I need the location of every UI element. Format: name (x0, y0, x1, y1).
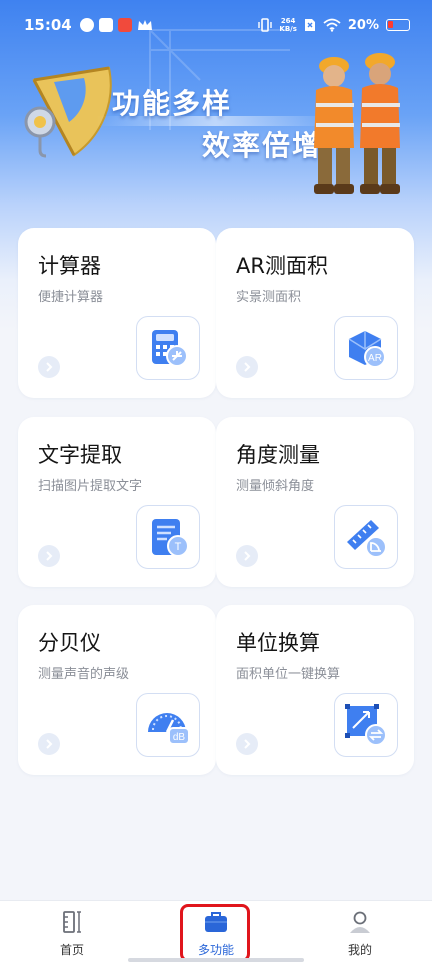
calculator-icon (136, 316, 200, 380)
decibel-meter-icon: dB (136, 693, 200, 757)
nav-profile[interactable]: 我的 (320, 907, 400, 961)
protractor-tool-illustration-icon (24, 66, 112, 158)
card-title: 分贝仪 (38, 631, 101, 655)
card-subtitle: 扫描图片提取文字 (38, 479, 143, 494)
home-indicator (128, 958, 304, 962)
card-decibel-meter[interactable]: 分贝仪 测量声音的声级 dB (18, 605, 216, 775)
nav-home-label: 首页 (59, 943, 84, 957)
card-subtitle: 面积单位一键换算 (236, 667, 341, 682)
ruler-angle-icon (334, 505, 398, 569)
vibrate-icon (258, 18, 273, 32)
chevron-right-icon[interactable] (236, 545, 258, 567)
status-time: 15:04 (24, 16, 72, 34)
nav-home[interactable]: 首页 (32, 907, 112, 961)
text-extract-icon: T (136, 505, 200, 569)
card-angle-measure[interactable]: 角度测量 测量倾斜角度 (216, 417, 414, 587)
net-speed-unit: KB/s (279, 25, 297, 33)
sim-icon (304, 19, 315, 31)
card-title: 角度测量 (236, 443, 320, 467)
card-title: AR测面积 (236, 254, 328, 278)
db-badge-text: dB (173, 732, 186, 743)
card-title: 文字提取 (38, 443, 122, 467)
chevron-right-icon[interactable] (38, 356, 60, 378)
active-tab-highlight (180, 904, 250, 962)
net-speed: 264 KB/s (279, 17, 296, 33)
status-bar: 15:04 264 KB/s 20% (0, 0, 432, 50)
app-badge-icon (117, 18, 132, 32)
wifi-icon (323, 18, 341, 32)
home-ruler-icon (63, 911, 81, 933)
ar-cube-icon: AR (334, 316, 398, 380)
unit-convert-icon (334, 693, 398, 757)
text-badge: T (175, 541, 182, 553)
chevron-right-icon[interactable] (236, 356, 258, 378)
card-title: 单位换算 (236, 631, 320, 655)
card-subtitle: 实景测面积 (236, 290, 302, 305)
construction-workers-illustration-icon (314, 53, 400, 194)
card-calculator[interactable]: 计算器 便捷计算器 (18, 228, 216, 398)
net-speed-value: 264 (280, 17, 296, 25)
battery-icon (386, 19, 410, 31)
status-right-area: 264 KB/s 20% (258, 17, 410, 33)
card-subtitle: 测量倾斜角度 (236, 479, 315, 494)
card-subtitle: 测量声音的声级 (38, 667, 130, 682)
nav-profile-label: 我的 (347, 943, 372, 957)
ar-badge-text: AR (368, 353, 382, 364)
card-unit-convert[interactable]: 单位换算 面积单位一键换算 (216, 605, 414, 775)
chevron-right-icon[interactable] (38, 545, 60, 567)
chevron-right-icon[interactable] (236, 733, 258, 755)
user-icon (350, 911, 370, 933)
card-title: 计算器 (38, 254, 101, 278)
mail-notification-icon (98, 18, 113, 32)
status-notification-icons (79, 18, 153, 32)
card-ar-area[interactable]: AR测面积 实景测面积 AR (216, 228, 414, 398)
crown-icon (137, 20, 152, 30)
app-notification-icon (79, 18, 94, 32)
battery-percent: 20% (347, 17, 379, 33)
card-text-extract[interactable]: 文字提取 扫描图片提取文字 T (18, 417, 216, 587)
banner-line-1: 功能多样 (112, 87, 233, 120)
banner-slogan: 功能多样 效率倍增 (112, 82, 322, 164)
card-subtitle: 便捷计算器 (38, 290, 104, 305)
chevron-right-icon[interactable] (38, 733, 60, 755)
